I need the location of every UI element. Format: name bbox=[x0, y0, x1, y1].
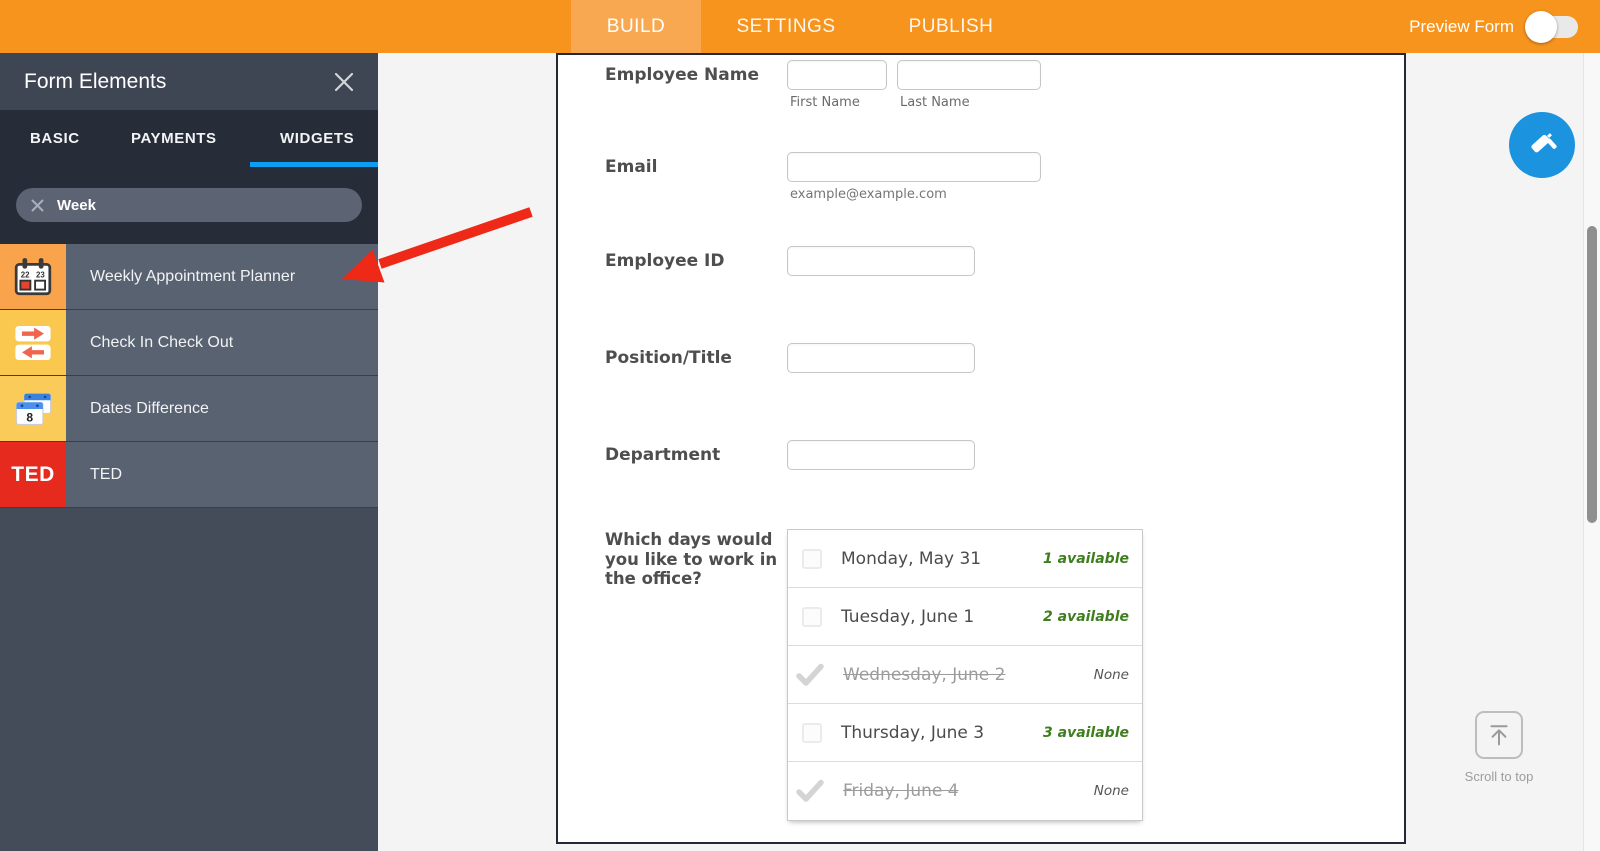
position-title-input[interactable] bbox=[787, 343, 975, 373]
availability-badge: 1 available bbox=[1043, 550, 1129, 567]
day-option-monday[interactable]: Monday, May 31 1 available bbox=[788, 530, 1142, 588]
gray-check-icon bbox=[796, 663, 824, 687]
widget-search-section: Week bbox=[0, 167, 378, 244]
email-label: Email bbox=[605, 157, 658, 177]
tab-build[interactable]: BUILD bbox=[571, 0, 701, 53]
tab-settings[interactable]: SETTINGS bbox=[701, 0, 871, 53]
tab-publish[interactable]: PUBLISH bbox=[871, 0, 1031, 53]
checkbox[interactable] bbox=[802, 606, 822, 627]
widget-item-label: Check In Check Out bbox=[66, 310, 378, 375]
tab-basic[interactable]: BASIC bbox=[30, 110, 80, 167]
widget-item-label: Dates Difference bbox=[66, 376, 378, 441]
dates-difference-calendars-icon: 8 bbox=[0, 376, 66, 441]
preview-form-label: Preview Form bbox=[1409, 16, 1514, 36]
employee-id-label: Employee ID bbox=[605, 251, 725, 271]
arrow-up-to-line-icon bbox=[1485, 721, 1513, 749]
days-question-label: Which days would you like to work in the… bbox=[605, 530, 778, 588]
gray-check-icon bbox=[796, 779, 824, 803]
day-option-tuesday[interactable]: Tuesday, June 1 2 available bbox=[788, 588, 1142, 646]
last-name-input[interactable] bbox=[897, 60, 1041, 90]
tab-payments[interactable]: PAYMENTS bbox=[131, 110, 217, 167]
paint-roller-icon bbox=[1525, 128, 1559, 162]
toggle-knob[interactable] bbox=[1525, 10, 1557, 43]
email-input[interactable] bbox=[787, 152, 1041, 182]
svg-text:23: 23 bbox=[36, 270, 45, 279]
availability-badge: None bbox=[1093, 783, 1129, 799]
day-option-friday: Friday, June 4 None bbox=[788, 762, 1142, 820]
last-name-sublabel: Last Name bbox=[900, 95, 970, 110]
day-option-thursday[interactable]: Thursday, June 3 3 available bbox=[788, 704, 1142, 762]
widget-item-label: Weekly Appointment Planner bbox=[66, 244, 378, 309]
department-input[interactable] bbox=[787, 440, 975, 470]
availability-badge: None bbox=[1093, 666, 1129, 683]
day-option-wednesday: Wednesday, June 2 None bbox=[788, 646, 1142, 704]
department-label: Department bbox=[605, 445, 721, 465]
panel-header: Form Elements bbox=[0, 53, 378, 110]
employee-id-input[interactable] bbox=[787, 246, 975, 276]
panel-title: Form Elements bbox=[24, 69, 167, 93]
checkbox[interactable] bbox=[802, 722, 822, 743]
close-icon[interactable] bbox=[332, 70, 356, 94]
email-hint: example@example.com bbox=[790, 187, 947, 202]
tab-widgets[interactable]: WIDGETS bbox=[280, 110, 354, 167]
form-canvas: Employee Name First Name Last Name Email… bbox=[556, 53, 1406, 844]
first-name-sublabel: First Name bbox=[790, 95, 860, 110]
widget-item-label: TED bbox=[66, 442, 378, 507]
svg-text:8: 8 bbox=[26, 410, 33, 424]
weekly-appointment-planner-calendar-icon: 22 23 bbox=[0, 244, 66, 309]
appointment-day-list: Monday, May 31 1 available Tuesday, June… bbox=[787, 529, 1143, 821]
widget-item-dates-difference[interactable]: 8 Dates Difference bbox=[0, 376, 378, 442]
first-name-input[interactable] bbox=[787, 60, 887, 90]
search-input[interactable]: Week bbox=[16, 188, 362, 222]
search-query-text: Week bbox=[57, 196, 96, 214]
employee-name-label: Employee Name bbox=[605, 65, 760, 85]
widget-item-weekly-appointment-planner[interactable]: 22 23 Weekly Appointment Planner bbox=[0, 244, 378, 310]
checkbox[interactable] bbox=[802, 548, 822, 569]
scroll-to-top-button[interactable] bbox=[1475, 711, 1523, 759]
preview-form-toggle[interactable] bbox=[1525, 10, 1578, 43]
form-builder-page: BUILD SETTINGS PUBLISH Preview Form Form… bbox=[0, 0, 1600, 851]
scroll-to-top-label: Scroll to top bbox=[1464, 769, 1534, 784]
widget-item-ted[interactable]: TED TED bbox=[0, 442, 378, 508]
active-tab-underline bbox=[250, 162, 378, 167]
check-in-check-out-arrows-icon bbox=[0, 310, 66, 375]
form-designer-button[interactable] bbox=[1509, 112, 1575, 178]
clear-search-icon[interactable] bbox=[31, 199, 44, 212]
vertical-scrollbar-thumb[interactable] bbox=[1587, 226, 1597, 523]
top-navbar: BUILD SETTINGS PUBLISH Preview Form bbox=[0, 0, 1600, 53]
widget-item-check-in-check-out[interactable]: Check In Check Out bbox=[0, 310, 378, 376]
panel-tabs: BASIC PAYMENTS WIDGETS bbox=[0, 110, 378, 167]
form-elements-panel: Form Elements BASIC PAYMENTS WIDGETS Wee… bbox=[0, 53, 378, 851]
svg-text:22: 22 bbox=[21, 270, 30, 279]
availability-badge: 3 available bbox=[1043, 724, 1129, 741]
ted-logo-icon: TED bbox=[0, 442, 66, 507]
position-title-label: Position/Title bbox=[605, 348, 732, 368]
availability-badge: 2 available bbox=[1043, 608, 1129, 625]
